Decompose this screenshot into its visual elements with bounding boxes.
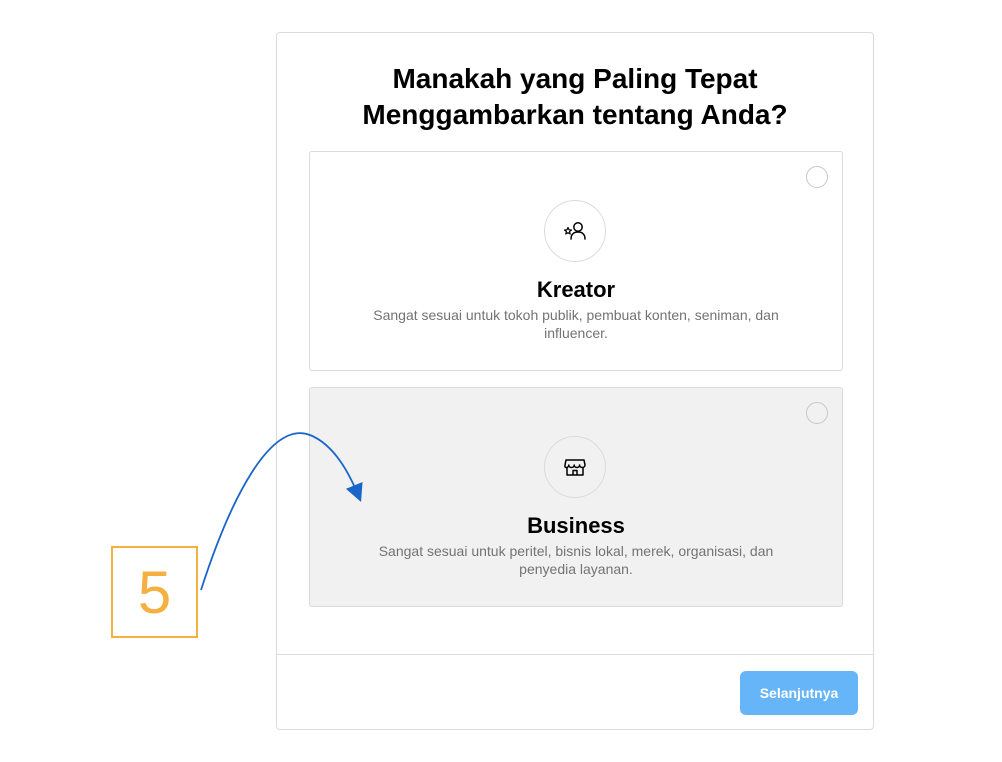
option-creator[interactable]: Kreator Sangat sesuai untuk tokoh publik… <box>309 151 843 371</box>
title-line-2: Menggambarkan tentang Anda? <box>362 99 788 130</box>
star-person-icon <box>544 200 606 262</box>
option-business[interactable]: Business Sangat sesuai untuk peritel, bi… <box>309 387 843 607</box>
dialog-title: Manakah yang Paling Tepat Menggambarkan … <box>277 61 873 133</box>
account-type-dialog: Manakah yang Paling Tepat Menggambarkan … <box>276 32 874 730</box>
business-title: Business <box>527 513 625 538</box>
creator-description: Sangat sesuai untuk tokoh publik, pembua… <box>373 307 779 341</box>
footer-divider <box>277 654 873 655</box>
step-number-badge: 5 <box>111 546 198 638</box>
title-line-1: Manakah yang Paling Tepat <box>392 63 758 94</box>
creator-radio[interactable] <box>806 166 828 188</box>
storefront-icon <box>544 436 606 498</box>
creator-title: Kreator <box>536 277 616 302</box>
business-description: Sangat sesuai untuk peritel, bisnis loka… <box>378 543 774 577</box>
business-radio[interactable] <box>806 402 828 424</box>
next-button[interactable]: Selanjutnya <box>740 671 858 715</box>
